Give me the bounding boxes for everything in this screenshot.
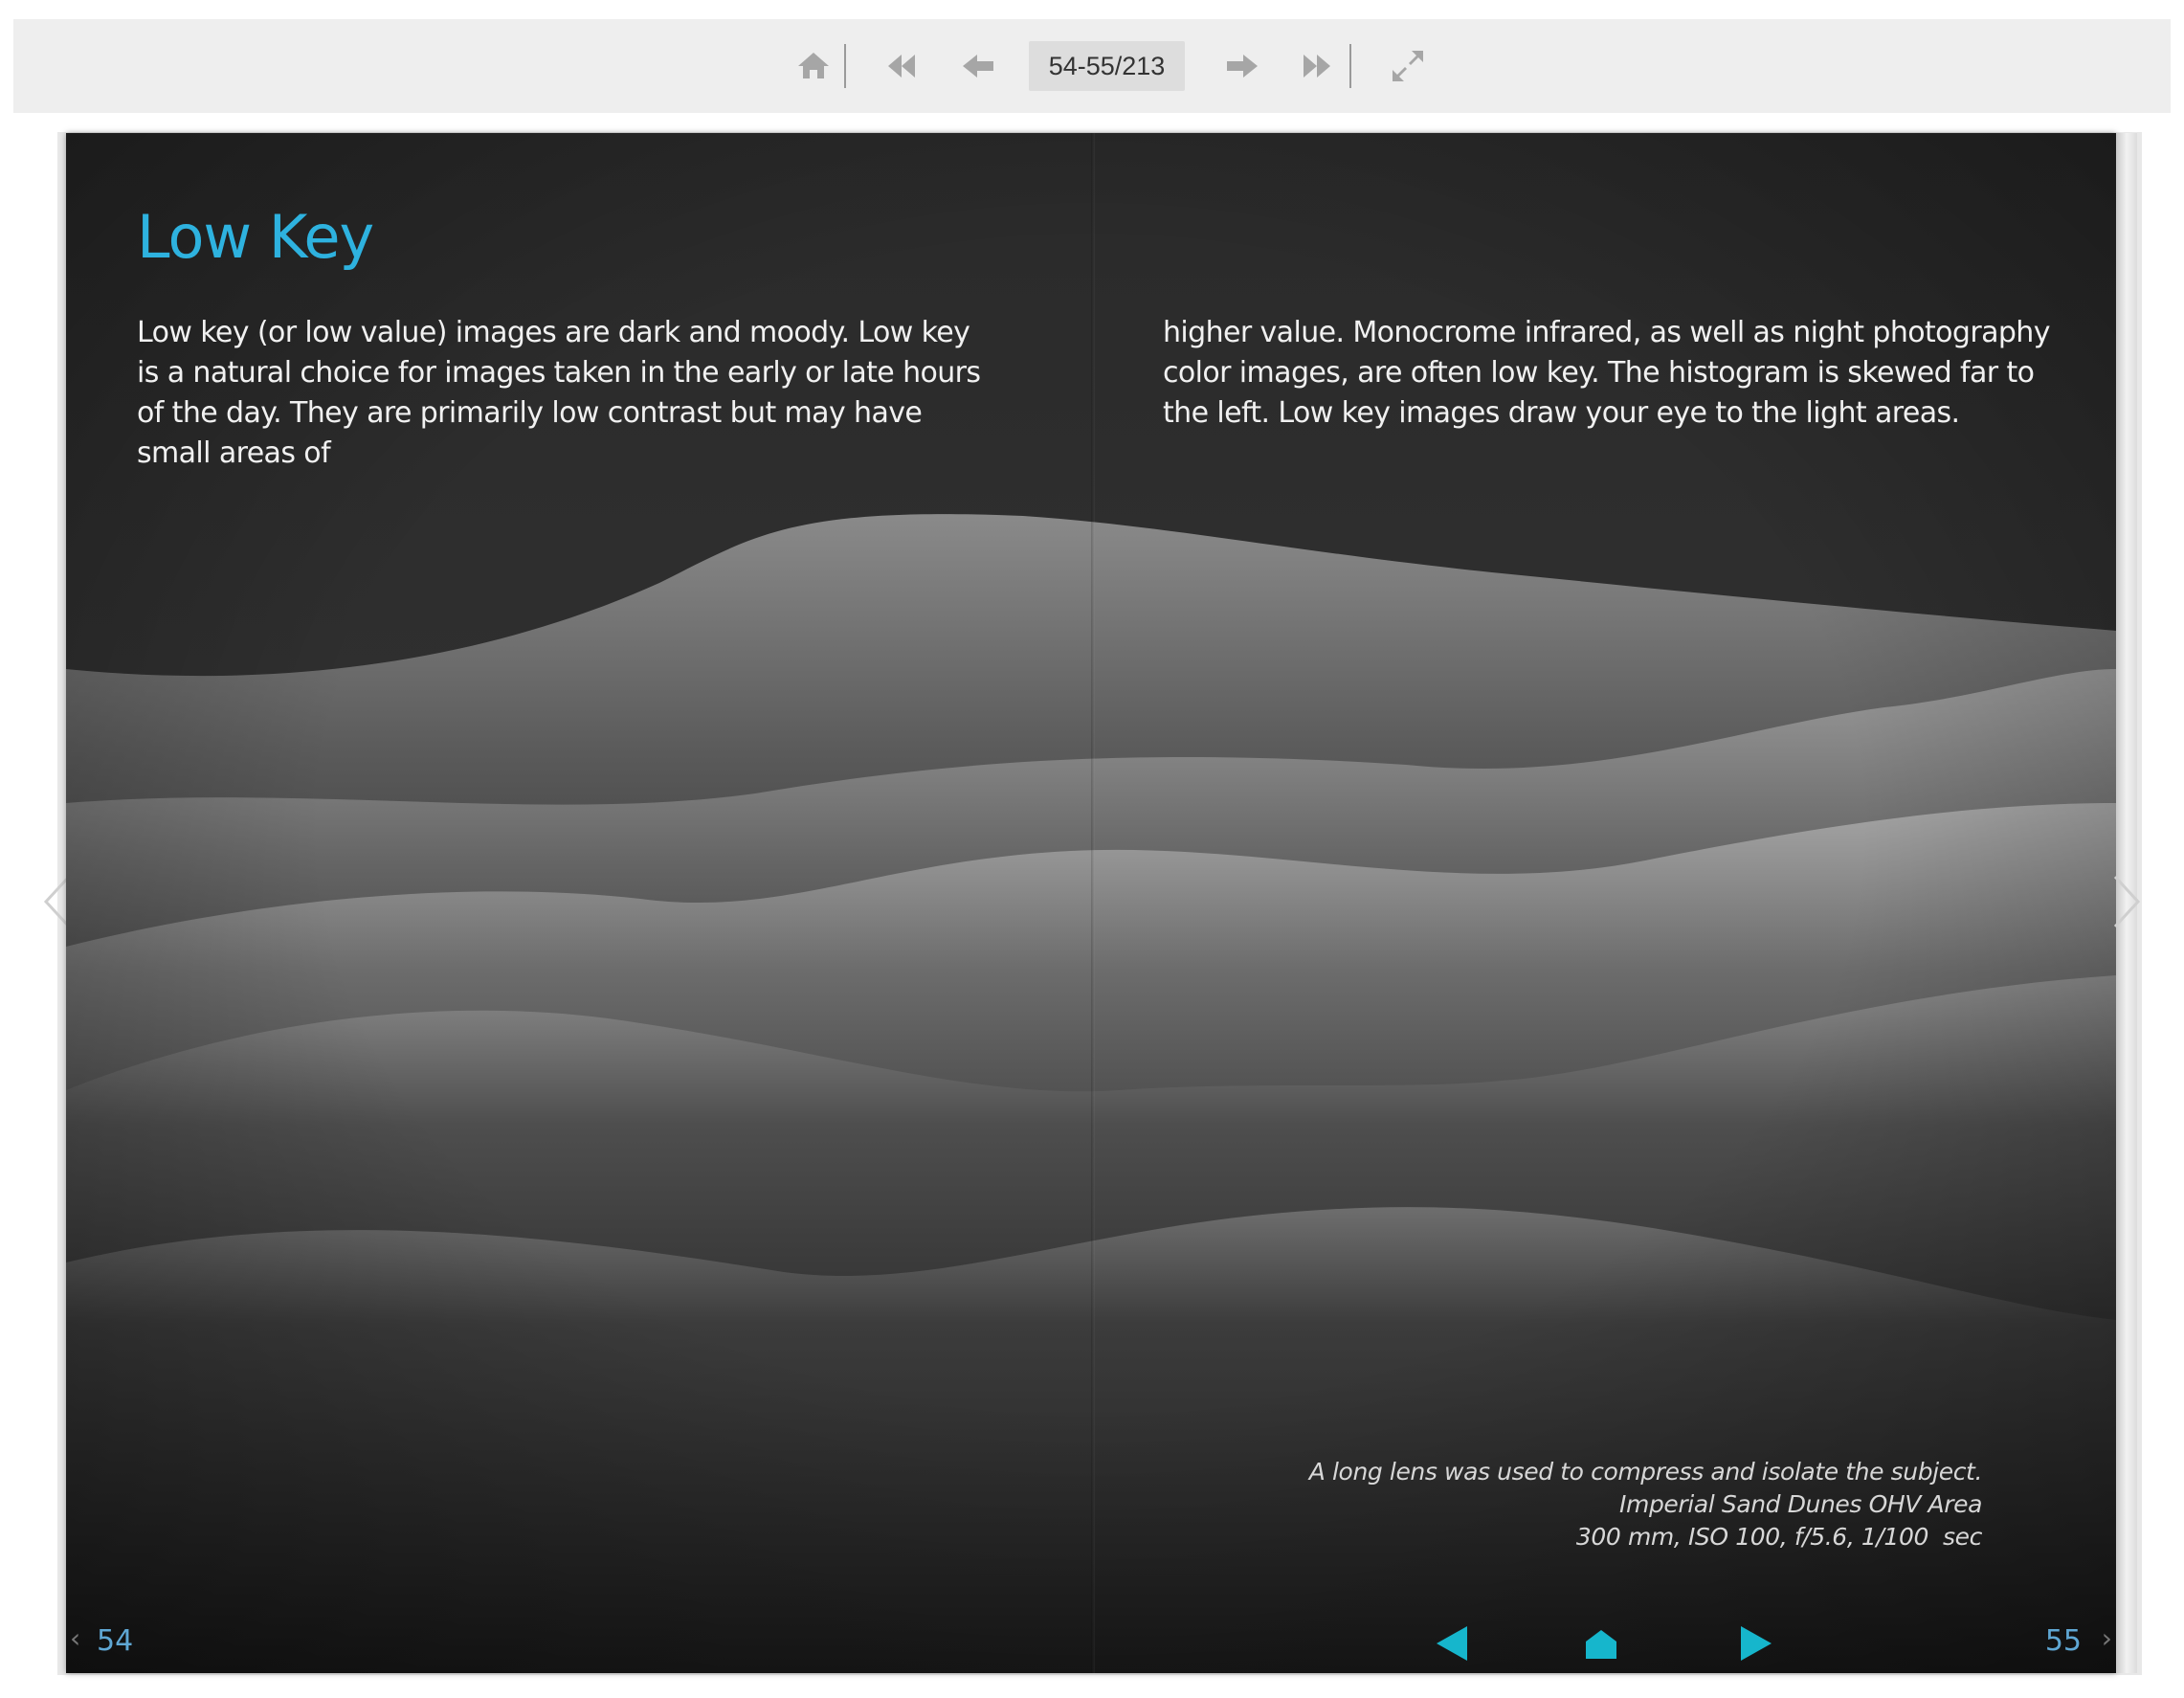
next-page-button[interactable] <box>1212 38 1273 94</box>
previous-page-icon <box>963 55 993 78</box>
toolbar-separator <box>844 44 846 88</box>
caption-line: A long lens was used to compress and iso… <box>1308 1458 1983 1486</box>
photo-caption: A long lens was used to compress and iso… <box>1308 1456 1983 1553</box>
right-page-number: 55 <box>2044 1624 2082 1658</box>
viewer-toolbar: 54-55/213 <box>13 19 2171 113</box>
fullscreen-button[interactable] <box>1377 38 1438 94</box>
previous-page-button[interactable] <box>947 38 1009 94</box>
left-page-text: Low key (or low value) images are dark a… <box>137 316 981 470</box>
chevron-right-icon <box>2113 875 2141 928</box>
spread-home-button[interactable] <box>1584 1628 1618 1661</box>
spread-next-button[interactable] <box>1737 1622 1775 1664</box>
home-button[interactable] <box>783 38 844 94</box>
right-page-text: higher value. Monocrome infrared, as wel… <box>1163 316 2050 430</box>
caption-line: Imperial Sand Dunes OHV Area <box>1619 1490 1982 1518</box>
page-indicator[interactable]: 54-55/213 <box>1029 41 1185 91</box>
prev-triangle-icon <box>1437 1626 1467 1661</box>
corner-next-arrow[interactable]: › <box>2102 1622 2112 1654</box>
spread-prev-button[interactable] <box>1433 1622 1471 1664</box>
next-triangle-icon <box>1741 1626 1772 1661</box>
book-spine <box>1091 133 1095 1673</box>
caption-line: 300 mm, ISO 100, f/5.6, 1/100 sec <box>1575 1523 1983 1551</box>
first-page-icon <box>888 55 915 78</box>
corner-prev-arrow[interactable]: ‹ <box>70 1622 80 1654</box>
next-spread-arrow[interactable] <box>2111 873 2144 935</box>
next-page-icon <box>1227 55 1258 78</box>
last-page-button[interactable] <box>1286 38 1348 94</box>
fullscreen-icon <box>1393 51 1423 81</box>
toolbar-separator <box>1349 44 1351 88</box>
left-page-number: 54 <box>97 1624 134 1658</box>
home-icon <box>798 53 829 78</box>
first-page-button[interactable] <box>871 38 932 94</box>
book-spread: Low Key Low key (or low value) images ar… <box>66 133 2116 1673</box>
last-page-icon <box>1304 55 1330 78</box>
page-title: Low Key <box>137 202 374 272</box>
home-house-icon <box>1586 1630 1616 1659</box>
